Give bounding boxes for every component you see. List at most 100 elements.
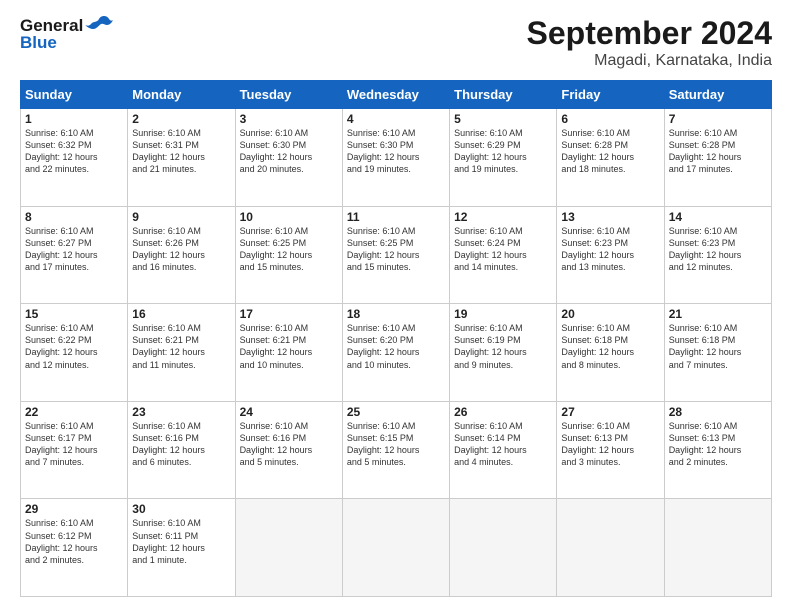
table-row: 24Sunrise: 6:10 AM Sunset: 6:16 PM Dayli… [235,401,342,499]
day-number: 10 [240,210,338,224]
header-sunday: Sunday [21,81,128,109]
table-row: 6Sunrise: 6:10 AM Sunset: 6:28 PM Daylig… [557,109,664,207]
day-number: 19 [454,307,552,321]
day-number: 15 [25,307,123,321]
table-row: 1Sunrise: 6:10 AM Sunset: 6:32 PM Daylig… [21,109,128,207]
day-number: 16 [132,307,230,321]
logo: General Blue [20,15,113,53]
table-row: 20Sunrise: 6:10 AM Sunset: 6:18 PM Dayli… [557,304,664,402]
day-info: Sunrise: 6:10 AM Sunset: 6:26 PM Dayligh… [132,225,230,274]
day-info: Sunrise: 6:10 AM Sunset: 6:13 PM Dayligh… [669,420,767,469]
day-number: 27 [561,405,659,419]
table-row: 16Sunrise: 6:10 AM Sunset: 6:21 PM Dayli… [128,304,235,402]
day-info: Sunrise: 6:10 AM Sunset: 6:16 PM Dayligh… [240,420,338,469]
calendar-table: Sunday Monday Tuesday Wednesday Thursday… [20,80,772,597]
calendar-week-row: 8Sunrise: 6:10 AM Sunset: 6:27 PM Daylig… [21,206,772,304]
logo-bird-icon [85,15,113,37]
table-row [664,499,771,597]
table-row: 4Sunrise: 6:10 AM Sunset: 6:30 PM Daylig… [342,109,449,207]
day-info: Sunrise: 6:10 AM Sunset: 6:16 PM Dayligh… [132,420,230,469]
day-number: 1 [25,112,123,126]
table-row: 5Sunrise: 6:10 AM Sunset: 6:29 PM Daylig… [450,109,557,207]
header-wednesday: Wednesday [342,81,449,109]
table-row: 27Sunrise: 6:10 AM Sunset: 6:13 PM Dayli… [557,401,664,499]
day-number: 8 [25,210,123,224]
day-number: 22 [25,405,123,419]
title-block: September 2024 Magadi, Karnataka, India [527,15,772,70]
day-info: Sunrise: 6:10 AM Sunset: 6:19 PM Dayligh… [454,322,552,371]
day-number: 5 [454,112,552,126]
table-row: 26Sunrise: 6:10 AM Sunset: 6:14 PM Dayli… [450,401,557,499]
day-number: 2 [132,112,230,126]
day-number: 6 [561,112,659,126]
header-monday: Monday [128,81,235,109]
day-number: 11 [347,210,445,224]
table-row: 15Sunrise: 6:10 AM Sunset: 6:22 PM Dayli… [21,304,128,402]
table-row: 7Sunrise: 6:10 AM Sunset: 6:28 PM Daylig… [664,109,771,207]
day-number: 28 [669,405,767,419]
table-row: 30Sunrise: 6:10 AM Sunset: 6:11 PM Dayli… [128,499,235,597]
day-info: Sunrise: 6:10 AM Sunset: 6:18 PM Dayligh… [561,322,659,371]
table-row: 2Sunrise: 6:10 AM Sunset: 6:31 PM Daylig… [128,109,235,207]
table-row: 10Sunrise: 6:10 AM Sunset: 6:25 PM Dayli… [235,206,342,304]
logo-text-blue: Blue [20,33,57,53]
day-info: Sunrise: 6:10 AM Sunset: 6:28 PM Dayligh… [561,127,659,176]
day-number: 14 [669,210,767,224]
table-row: 22Sunrise: 6:10 AM Sunset: 6:17 PM Dayli… [21,401,128,499]
day-number: 21 [669,307,767,321]
day-info: Sunrise: 6:10 AM Sunset: 6:21 PM Dayligh… [132,322,230,371]
weekday-header-row: Sunday Monday Tuesday Wednesday Thursday… [21,81,772,109]
day-number: 23 [132,405,230,419]
day-info: Sunrise: 6:10 AM Sunset: 6:22 PM Dayligh… [25,322,123,371]
day-number: 3 [240,112,338,126]
day-info: Sunrise: 6:10 AM Sunset: 6:28 PM Dayligh… [669,127,767,176]
calendar-week-row: 1Sunrise: 6:10 AM Sunset: 6:32 PM Daylig… [21,109,772,207]
day-info: Sunrise: 6:10 AM Sunset: 6:25 PM Dayligh… [240,225,338,274]
day-number: 25 [347,405,445,419]
day-info: Sunrise: 6:10 AM Sunset: 6:31 PM Dayligh… [132,127,230,176]
table-row: 18Sunrise: 6:10 AM Sunset: 6:20 PM Dayli… [342,304,449,402]
day-info: Sunrise: 6:10 AM Sunset: 6:24 PM Dayligh… [454,225,552,274]
day-info: Sunrise: 6:10 AM Sunset: 6:21 PM Dayligh… [240,322,338,371]
header: General Blue September 2024 Magadi, Karn… [20,15,772,70]
table-row [450,499,557,597]
day-info: Sunrise: 6:10 AM Sunset: 6:18 PM Dayligh… [669,322,767,371]
day-info: Sunrise: 6:10 AM Sunset: 6:12 PM Dayligh… [25,517,123,566]
day-info: Sunrise: 6:10 AM Sunset: 6:25 PM Dayligh… [347,225,445,274]
table-row: 17Sunrise: 6:10 AM Sunset: 6:21 PM Dayli… [235,304,342,402]
header-friday: Friday [557,81,664,109]
table-row [342,499,449,597]
day-info: Sunrise: 6:10 AM Sunset: 6:23 PM Dayligh… [669,225,767,274]
table-row: 25Sunrise: 6:10 AM Sunset: 6:15 PM Dayli… [342,401,449,499]
day-info: Sunrise: 6:10 AM Sunset: 6:14 PM Dayligh… [454,420,552,469]
day-info: Sunrise: 6:10 AM Sunset: 6:17 PM Dayligh… [25,420,123,469]
day-number: 18 [347,307,445,321]
day-info: Sunrise: 6:10 AM Sunset: 6:30 PM Dayligh… [347,127,445,176]
page: General Blue September 2024 Magadi, Karn… [0,0,792,612]
table-row: 23Sunrise: 6:10 AM Sunset: 6:16 PM Dayli… [128,401,235,499]
day-info: Sunrise: 6:10 AM Sunset: 6:23 PM Dayligh… [561,225,659,274]
calendar-week-row: 22Sunrise: 6:10 AM Sunset: 6:17 PM Dayli… [21,401,772,499]
day-number: 4 [347,112,445,126]
day-info: Sunrise: 6:10 AM Sunset: 6:20 PM Dayligh… [347,322,445,371]
table-row: 14Sunrise: 6:10 AM Sunset: 6:23 PM Dayli… [664,206,771,304]
day-number: 29 [25,502,123,516]
table-row: 8Sunrise: 6:10 AM Sunset: 6:27 PM Daylig… [21,206,128,304]
calendar-title: September 2024 [527,15,772,52]
table-row: 9Sunrise: 6:10 AM Sunset: 6:26 PM Daylig… [128,206,235,304]
table-row [235,499,342,597]
table-row: 12Sunrise: 6:10 AM Sunset: 6:24 PM Dayli… [450,206,557,304]
header-tuesday: Tuesday [235,81,342,109]
day-number: 9 [132,210,230,224]
table-row: 19Sunrise: 6:10 AM Sunset: 6:19 PM Dayli… [450,304,557,402]
table-row: 28Sunrise: 6:10 AM Sunset: 6:13 PM Dayli… [664,401,771,499]
table-row: 11Sunrise: 6:10 AM Sunset: 6:25 PM Dayli… [342,206,449,304]
day-number: 30 [132,502,230,516]
header-thursday: Thursday [450,81,557,109]
day-number: 20 [561,307,659,321]
day-info: Sunrise: 6:10 AM Sunset: 6:32 PM Dayligh… [25,127,123,176]
calendar-subtitle: Magadi, Karnataka, India [527,52,772,70]
day-info: Sunrise: 6:10 AM Sunset: 6:15 PM Dayligh… [347,420,445,469]
day-number: 12 [454,210,552,224]
day-number: 24 [240,405,338,419]
